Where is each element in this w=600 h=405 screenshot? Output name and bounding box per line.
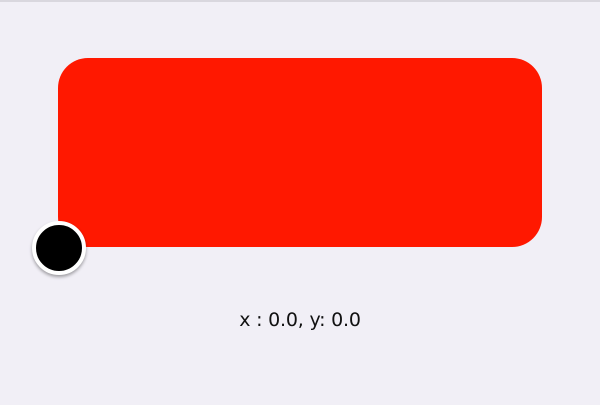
drag-area[interactable]: [58, 58, 542, 247]
coordinates-readout: x : 0.0, y: 0.0: [239, 309, 361, 331]
drag-handle[interactable]: [32, 221, 86, 275]
status-divider: [0, 0, 600, 2]
